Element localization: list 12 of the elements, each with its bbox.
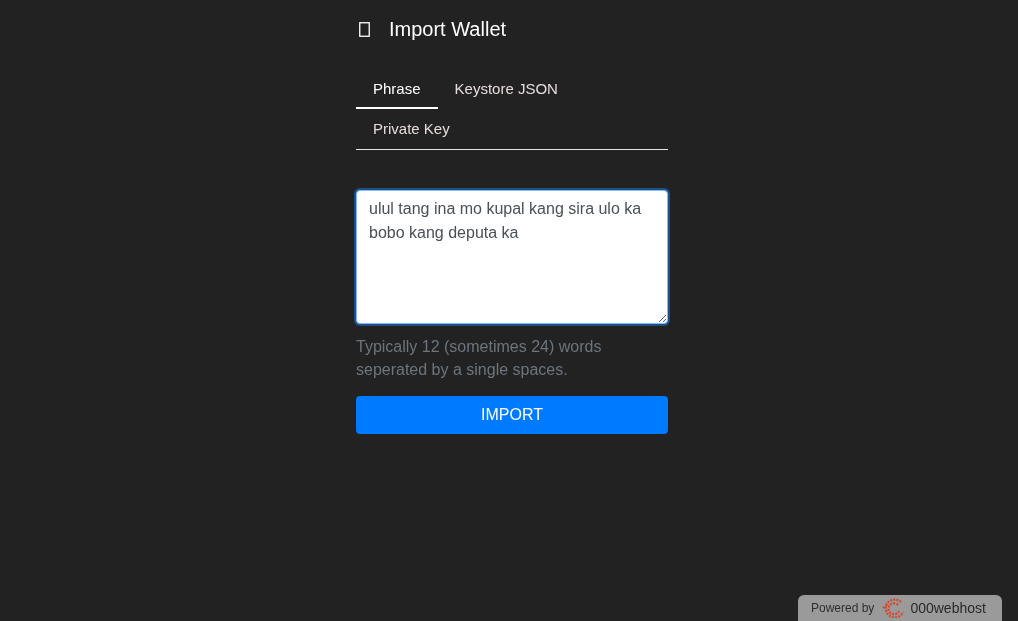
hosting-badge[interactable]: Powered by 000webhost [798,595,1002,621]
tab[interactable]: Keystore JSON [437,69,575,109]
phrase-field[interactable]: ulul tang ina mo kupal kang sira ulo ka bobo kang deputa ka [356,190,668,324]
import-button[interactable]: IMPORT [356,396,668,434]
tab[interactable]: Private Key [356,109,467,149]
swirl-logo-icon [881,598,906,618]
help-text: Typically 12 (sometimes 24) words seperated by a single spaces. [356,337,603,380]
tab[interactable]: Phrase [356,69,438,109]
brand-name: 000webhost [910,600,986,616]
square-glyph-icon [359,21,370,37]
page-title: Import Wallet [389,17,507,42]
powered-by-label: Powered by [811,601,875,615]
